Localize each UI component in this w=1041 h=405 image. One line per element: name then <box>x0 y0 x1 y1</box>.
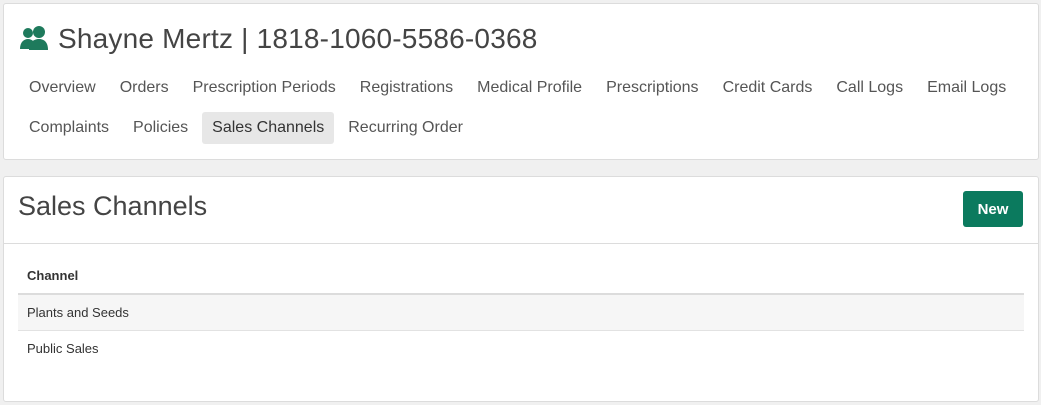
sales-channels-panel: Sales Channels New Channel Plants and Se… <box>3 176 1039 402</box>
tab-complaints[interactable]: Complaints <box>19 112 119 144</box>
tab-policies[interactable]: Policies <box>123 112 198 144</box>
column-header-channel: Channel <box>18 257 1024 295</box>
channel-cell: Public Sales <box>27 341 99 356</box>
users-icon <box>19 25 49 53</box>
tabs-row-1: Overview Orders Prescription Periods Reg… <box>19 72 1029 104</box>
tab-medical-profile[interactable]: Medical Profile <box>467 72 592 104</box>
table-row[interactable]: Plants and Seeds <box>18 294 1024 331</box>
sales-channels-table: Channel Plants and Seeds Public Sales <box>18 257 1024 366</box>
tabs-row-2: Complaints Policies Sales Channels Recur… <box>19 112 1029 144</box>
tab-sales-channels[interactable]: Sales Channels <box>202 112 335 144</box>
patient-header-panel: Shayne Mertz | 1818-1060-5586-0368 Overv… <box>3 3 1039 160</box>
table-row[interactable]: Public Sales <box>18 331 1024 367</box>
channel-cell: Plants and Seeds <box>18 294 1024 331</box>
tab-call-logs[interactable]: Call Logs <box>826 72 913 104</box>
tab-email-logs[interactable]: Email Logs <box>917 72 1016 104</box>
table-header-row: Channel <box>18 257 1024 295</box>
patient-title: Shayne Mertz | 1818-1060-5586-0368 <box>19 21 538 57</box>
tab-recurring-order[interactable]: Recurring Order <box>338 112 473 144</box>
tab-orders[interactable]: Orders <box>110 72 179 104</box>
tab-prescriptions[interactable]: Prescriptions <box>596 72 708 104</box>
tab-prescription-periods[interactable]: Prescription Periods <box>183 72 346 104</box>
patient-name: Shayne Mertz | 1818-1060-5586-0368 <box>58 23 538 54</box>
section-title: Sales Channels <box>18 191 208 221</box>
tab-registrations[interactable]: Registrations <box>350 72 463 104</box>
patient-tabs: Overview Orders Prescription Periods Reg… <box>19 72 1029 152</box>
divider <box>4 243 1038 244</box>
tab-overview[interactable]: Overview <box>19 72 106 104</box>
tab-credit-cards[interactable]: Credit Cards <box>713 72 823 104</box>
new-button[interactable]: New <box>963 191 1023 227</box>
